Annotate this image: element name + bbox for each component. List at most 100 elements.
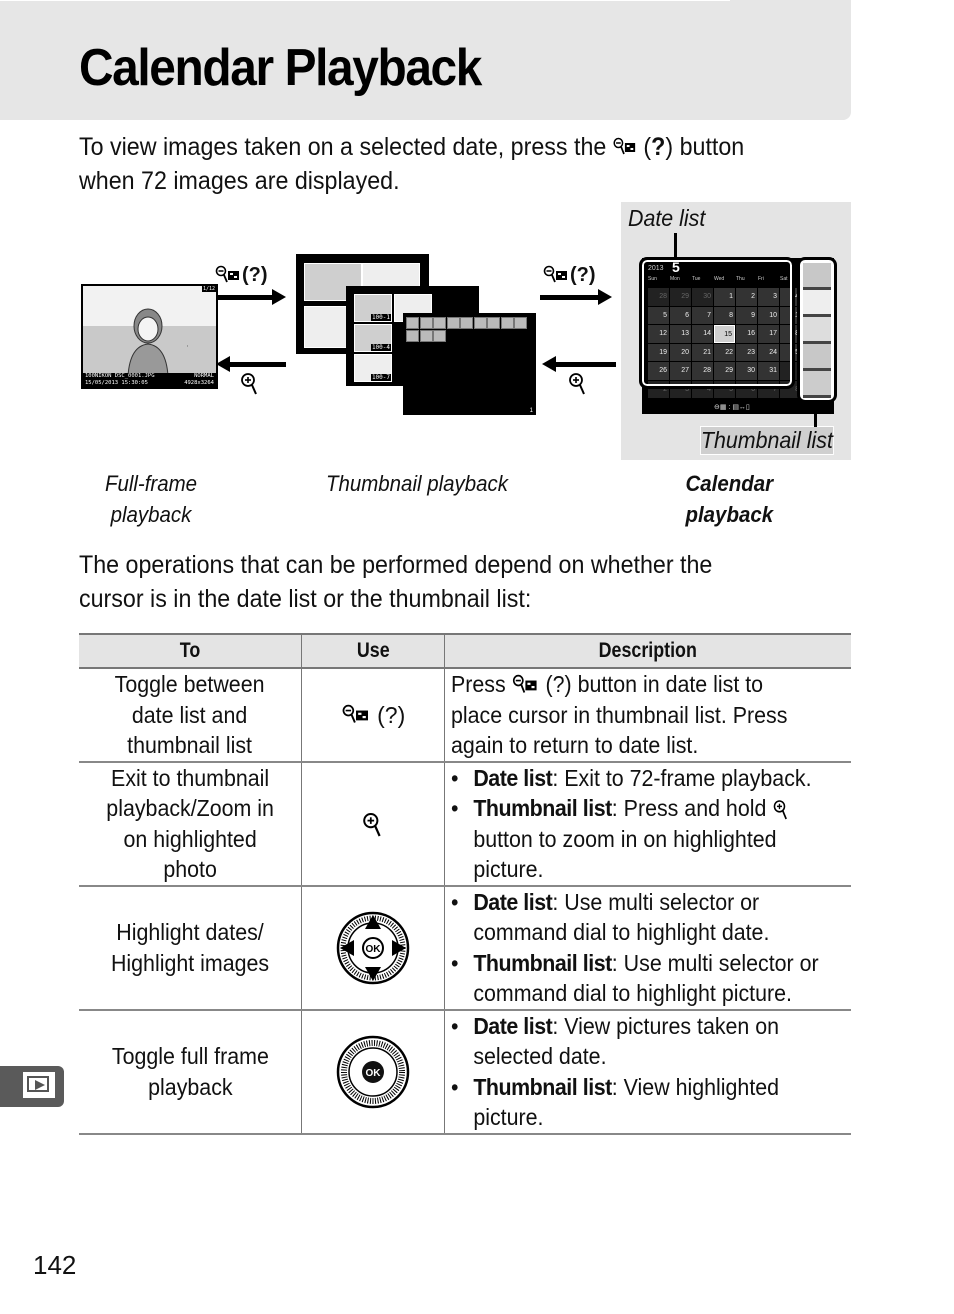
zoom-out-thumbnail-icon xyxy=(342,705,368,724)
bullet-item: Thumbnail list: Press and hold button to… xyxy=(451,793,823,885)
arrow-left-2 xyxy=(542,356,616,372)
cell-use: OK xyxy=(301,885,445,1011)
thumb-label: 100-7 xyxy=(370,374,391,381)
desc-text: place cursor in thumbnail list. Press xyxy=(451,701,788,728)
operations-paragraph: The operations that can be performed dep… xyxy=(79,548,712,616)
mini-thumbnail xyxy=(406,317,419,329)
operations-table: To Use Description Toggle between date li… xyxy=(79,633,851,1135)
desc-text: (?) xyxy=(545,671,572,697)
cell-description: Date list: View pictures taken on selecte… xyxy=(444,1009,851,1135)
mini-thumbnail xyxy=(500,317,514,329)
caption-line: playback xyxy=(685,502,774,527)
mini-thumbnail xyxy=(446,317,460,329)
ok-label: OK xyxy=(366,944,382,955)
caption-line: Full-frame xyxy=(104,471,198,496)
bullet-item: Date list: View pictures taken on selecte… xyxy=(451,1011,823,1072)
zoom-out-thumbnail-icon xyxy=(613,138,636,155)
cell-description: Date list: Exit to 72-frame playback. Th… xyxy=(444,761,851,887)
cell-use: (?) xyxy=(301,668,445,763)
cell-description: Press (?) button in date list to place c… xyxy=(444,668,851,763)
callout-date-list: Date list xyxy=(628,205,706,231)
bullet-item: Thumbnail list: View highlighted picture. xyxy=(451,1072,823,1133)
arrow-label-zoom-out-1: (?) xyxy=(214,264,268,287)
mini-thumbnail xyxy=(460,317,473,329)
bullet-text: : Exit to 72-frame playback. xyxy=(552,764,812,791)
cell-use xyxy=(301,761,445,887)
to-line: Highlight dates/ xyxy=(116,919,264,945)
header-use: Use xyxy=(301,633,445,669)
mini-thumbnail xyxy=(419,330,433,342)
info-folder-file: 100NIKON DSC_0001.JPG xyxy=(85,373,155,379)
portrait-illustration xyxy=(127,308,188,376)
caption-line: Calendar xyxy=(685,471,774,496)
thumbnail-list xyxy=(797,257,837,403)
page-number: 142 xyxy=(33,1250,77,1280)
mini-thumbnail xyxy=(419,317,433,329)
ok-button-icon: OK xyxy=(336,1035,410,1108)
zoom-in-icon xyxy=(569,373,585,395)
table-row: Toggle full frameplayback OK Date list: … xyxy=(79,1009,851,1135)
cell-to: Toggle between date list and thumbnail lis… xyxy=(79,668,302,763)
calendar-footer-hint-icon: ⊖▦ : ▤↔▯ xyxy=(714,404,750,411)
bullet-label: Date list xyxy=(473,1012,553,1039)
photo-info-bar: 100NIKON DSC_0001.JPG NORMAL 15/05/2013 1… xyxy=(83,373,216,387)
bullet-label: Thumbnail list xyxy=(473,795,612,821)
to-line: photo xyxy=(163,856,217,882)
thumb-label: 100-4 xyxy=(370,344,391,351)
caption-full-frame: Full-frame playback xyxy=(100,468,202,530)
header-description: Description xyxy=(444,633,851,669)
bullet-item: Date list: Exit to 72-frame playback. xyxy=(451,763,823,794)
bullet-item: Date list: Use multi selector or command … xyxy=(451,887,823,948)
thumb-label: 100-1 xyxy=(370,314,391,321)
to-line: playback xyxy=(147,1073,233,1100)
mini-thumbnail xyxy=(514,317,527,329)
desc-text: Press xyxy=(451,671,506,697)
to-line: Toggle full frame xyxy=(111,1043,269,1069)
header-text: Use xyxy=(356,639,390,662)
to-line: on highlighted xyxy=(123,825,257,852)
bullet-text: : Use multi selector or xyxy=(611,949,819,976)
bullet-text: button to zoom in on highlighted xyxy=(473,825,777,852)
caption-thumbnail: Thumbnail playback xyxy=(326,471,508,496)
ops-line: cursor is in the date list or the thumbn… xyxy=(79,585,532,613)
caption-calendar: Calendar playback xyxy=(686,468,779,530)
to-line: Toggle between xyxy=(115,671,265,697)
bullet-text: : Use multi selector or xyxy=(552,888,760,915)
intro-text-after: button xyxy=(679,133,745,161)
cell-to: Toggle full frame playback xyxy=(79,1009,302,1135)
playback-section-tab[interactable] xyxy=(0,1066,64,1107)
callout-thumbnail-list: Thumbnail list xyxy=(700,426,834,455)
mini-thumbnail xyxy=(433,330,446,342)
ok-label: OK xyxy=(366,1068,382,1079)
zoom-out-thumbnail-icon xyxy=(215,265,239,283)
bullet-label: Thumbnail list xyxy=(473,949,612,976)
bullet-text: selected date. xyxy=(473,1043,607,1069)
header-text: Description xyxy=(598,639,698,662)
cell-use: OK xyxy=(301,1009,445,1135)
cell-to: Highlight dates/Highlight images xyxy=(79,885,302,1011)
intro-paragraph: To view images taken on a selected date,… xyxy=(79,133,745,195)
intro-text-line2: when 72 images are displayed. xyxy=(79,167,400,195)
bullet-label: Date list xyxy=(473,764,553,791)
zoom-in-icon xyxy=(773,800,787,820)
zoom-out-thumbnail-icon xyxy=(513,674,537,693)
zoom-in-icon xyxy=(363,812,381,837)
to-line: thumbnail list xyxy=(127,732,253,758)
table-row: Exit to thumbnail playback/Zoom in on high… xyxy=(79,761,851,887)
bullet-text: command dial to highlight date. xyxy=(473,919,770,945)
callout-line-date-list xyxy=(674,233,677,258)
bullet-label: Thumbnail list xyxy=(473,1073,612,1100)
to-line: playback/Zoom in xyxy=(106,795,274,821)
bullet-text: : Press and hold xyxy=(611,795,767,821)
bullet-text: picture. xyxy=(473,1104,544,1130)
to-line: Exit to thumbnail xyxy=(110,764,270,791)
info-size: 4928x3264 xyxy=(184,380,214,386)
bullet-item: Thumbnail list: Use multi selector or com… xyxy=(451,948,823,1009)
bullet-text: : View highlighted xyxy=(611,1073,780,1100)
table-row: Highlight dates/Highlight images OK Date… xyxy=(79,885,851,1011)
bullet-text: command dial to highlight picture. xyxy=(473,980,792,1006)
arrow-right-2 xyxy=(540,289,612,305)
table-row: Toggle between date list and thumbnail lis… xyxy=(79,668,851,763)
arrow-label-text: (?) xyxy=(242,264,268,286)
intro-text: To view images taken on a selected date,… xyxy=(79,133,607,161)
